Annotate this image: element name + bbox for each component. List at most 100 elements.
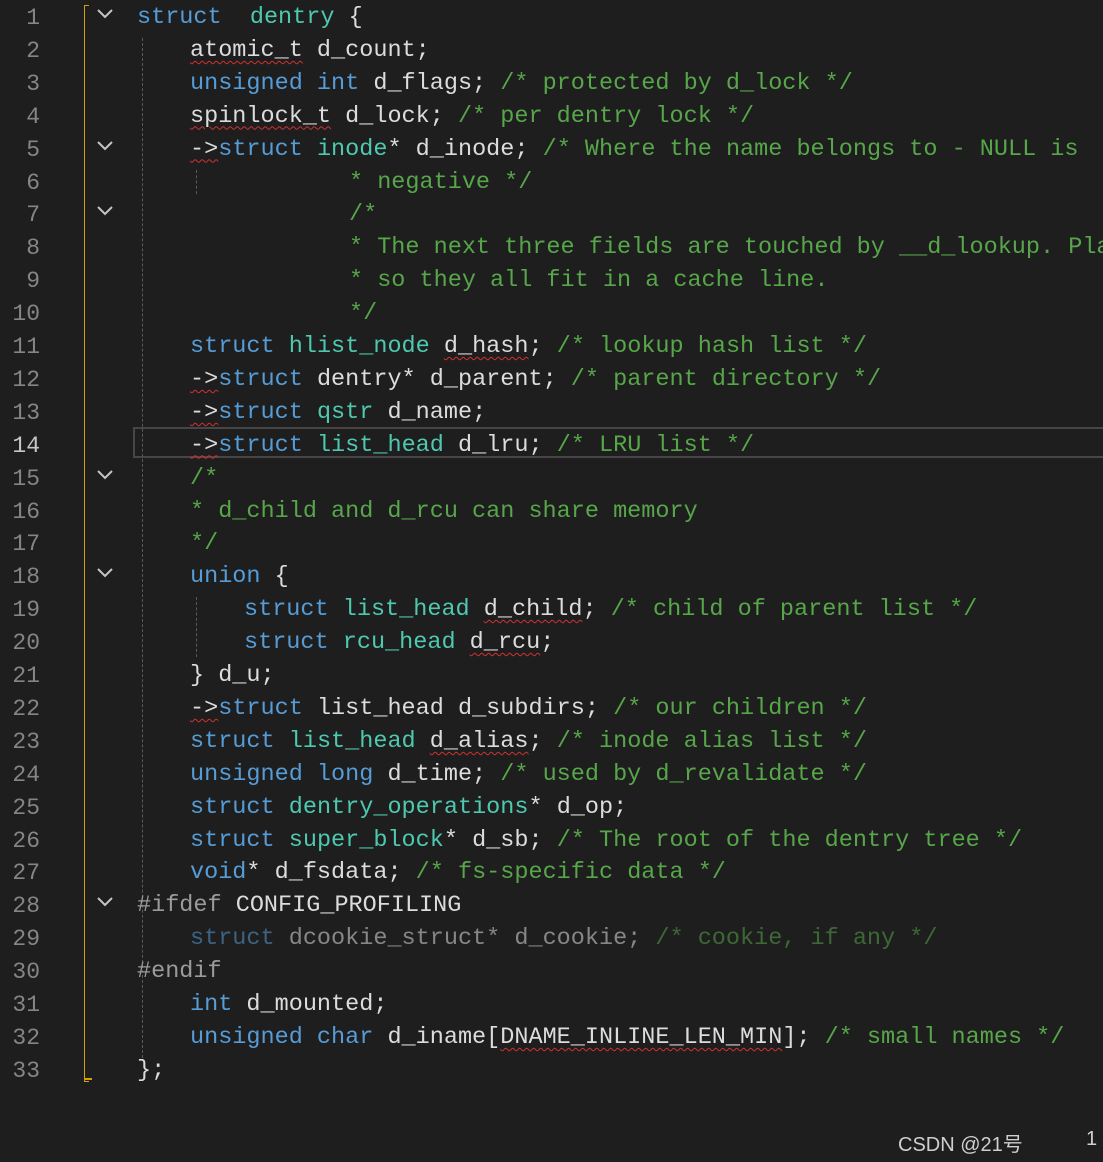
code-line[interactable]: 9 * so they all fit in a cache line.: [0, 264, 1103, 297]
code-token: dentry* d_parent;: [302, 365, 571, 393]
code-line[interactable]: 5 ->struct inode* d_inode; /* Where the n…: [0, 133, 1103, 166]
code-editor[interactable]: 1 struct dentry {2 atomic_t d_count; 3 unsig…: [0, 0, 1103, 1100]
code-token: super_block: [288, 826, 444, 854]
chevron-down-icon[interactable]: [93, 466, 117, 488]
code-text: struct dentry {: [137, 3, 363, 33]
code-token: ->: [190, 135, 219, 163]
line-number: 29: [12, 926, 40, 953]
code-line[interactable]: 12 ->struct dentry* d_parent; /* parent d…: [0, 363, 1103, 396]
code-line[interactable]: 1 struct dentry {: [0, 1, 1103, 34]
code-token: int: [190, 991, 233, 1018]
code-token: /* protected by d_lock */: [500, 69, 853, 97]
code-line[interactable]: 33};: [0, 1054, 1103, 1087]
chevron-down-icon[interactable]: [93, 5, 117, 27]
line-number: 10: [12, 301, 40, 328]
code-line[interactable]: 32 unsigned char d_iname[DNAME_INLINE_LEN…: [0, 1021, 1103, 1054]
code-token: /* cookie, if any */: [655, 925, 938, 953]
code-line[interactable]: 23 struct list_head d_alias; /* inode ali…: [0, 725, 1103, 758]
line-number: 28: [12, 893, 40, 920]
code-line[interactable]: 16 * d_child and d_rcu can share memory: [0, 495, 1103, 528]
code-line[interactable]: 22 ->struct list_head d_subdirs; /* our c…: [0, 692, 1103, 725]
code-token: list_head: [288, 727, 416, 755]
line-number: 18: [12, 564, 40, 591]
code-line[interactable]: 15 /*: [0, 462, 1103, 495]
code-text: int d_mounted;: [190, 990, 387, 1020]
code-token: union: [190, 563, 261, 591]
line-number: 16: [12, 498, 40, 525]
code-token: list_head: [342, 596, 470, 624]
code-line[interactable]: 21} d_u;: [0, 659, 1103, 692]
code-line[interactable]: 19 struct list_head d_child; /* child of …: [0, 593, 1103, 626]
code-token: struct: [190, 793, 275, 821]
code-text: unsigned int d_flags; /* protected by d_…: [190, 69, 853, 99]
chevron-down-icon[interactable]: [93, 564, 117, 586]
code-line[interactable]: 7 /*: [0, 198, 1103, 231]
code-token: /* LRU list */: [556, 431, 755, 459]
line-number: 12: [12, 366, 40, 393]
code-line[interactable]: 30 #endif: [0, 955, 1103, 988]
code-line[interactable]: 10 */: [0, 297, 1103, 330]
code-line[interactable]: 11 struct hlist_node d_hash; /* lookup ha…: [0, 330, 1103, 363]
code-token: /* our children */: [613, 694, 867, 722]
code-line[interactable]: 28 #ifdef CONFIG_PROFILING: [0, 889, 1103, 922]
chevron-down-icon[interactable]: [93, 137, 117, 159]
chevron-down-icon[interactable]: [93, 893, 117, 915]
code-line[interactable]: 29 struct dcookie_struct* d_cookie; /* co…: [0, 922, 1103, 955]
code-line[interactable]: 3 unsigned int d_flags; /* protected by d…: [0, 67, 1103, 100]
code-token: #ifdef: [137, 892, 222, 920]
chevron-down-icon[interactable]: [93, 202, 117, 224]
code-line[interactable]: 20 struct rcu_head d_rcu;: [0, 626, 1103, 659]
code-line[interactable]: 2 atomic_t d_count;: [0, 34, 1103, 67]
code-token: /* parent directory */: [570, 365, 882, 393]
code-line[interactable]: 8 * The next three fields are touched by …: [0, 231, 1103, 264]
code-token: /* fs-specific data */: [415, 859, 726, 887]
line-number: 14: [12, 432, 40, 459]
code-token: /* inode alias list */: [556, 727, 867, 755]
line-number: 31: [12, 992, 40, 1018]
code-text: * d_child and d_rcu can share memory: [190, 497, 698, 527]
code-line[interactable]: 18 union {: [0, 560, 1103, 593]
line-number: 32: [12, 1024, 40, 1051]
code-token: * d_child and d_rcu can share memory: [190, 497, 698, 525]
code-text: #endif: [137, 957, 222, 987]
code-line[interactable]: 4 spinlock_t d_lock; /* per dentry lock *…: [0, 100, 1103, 133]
code-line[interactable]: 13 ->struct qstr d_name;: [0, 396, 1103, 429]
code-text: } d_u;: [190, 661, 275, 691]
code-token: struct: [218, 135, 303, 163]
code-token: ->: [190, 431, 219, 459]
code-text: struct dcookie_struct* d_cookie; /* cook…: [190, 924, 937, 954]
code-text: struct list_head d_child; /* child of pa…: [244, 595, 977, 625]
code-token: ->: [190, 694, 219, 722]
code-line[interactable]: 26 struct super_block* d_sb; /* The root …: [0, 824, 1103, 857]
code-token: /* used by d_revalidate */: [500, 760, 867, 788]
code-line[interactable]: 6 * negative */: [0, 166, 1103, 199]
code-text: ->struct list_head d_subdirs; /* our chi…: [190, 694, 867, 724]
code-token: /*: [349, 201, 378, 229]
code-line[interactable]: 27 void* d_fsdata; /* fs-specific data */: [0, 856, 1103, 889]
code-text: struct list_head d_alias; /* inode alias…: [190, 727, 867, 757]
code-token: struct: [137, 4, 222, 31]
code-token: struct: [190, 727, 275, 755]
line-number: 26: [12, 827, 40, 854]
code-line[interactable]: 25 struct dentry_operations* d_op;: [0, 791, 1103, 824]
line-number: 27: [12, 860, 40, 887]
code-token: ;: [528, 727, 557, 755]
code-line[interactable]: 14 ->struct list_head d_lru; /* LRU list …: [0, 429, 1103, 462]
code-token: struct: [190, 826, 275, 854]
code-line[interactable]: 24 unsigned long d_time; /* used by d_rev…: [0, 758, 1103, 791]
code-token: unsigned char: [190, 1023, 374, 1051]
code-token: {: [260, 563, 289, 591]
code-token: d_count;: [302, 36, 430, 64]
code-line[interactable]: 31 int d_mounted;: [0, 988, 1103, 1021]
code-token: dentry_operations: [288, 793, 529, 821]
code-token: * The next three fields are touched by _…: [349, 234, 1103, 262]
code-line[interactable]: 17 */: [0, 527, 1103, 560]
code-text: spinlock_t d_lock; /* per dentry lock */: [190, 102, 754, 132]
code-text: unsigned long d_time; /* used by d_reval…: [190, 760, 867, 790]
